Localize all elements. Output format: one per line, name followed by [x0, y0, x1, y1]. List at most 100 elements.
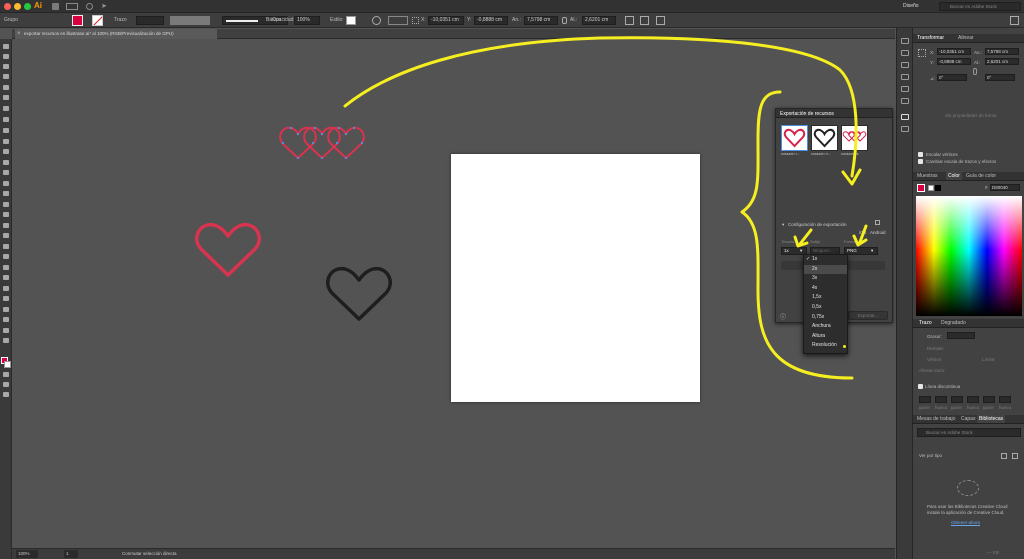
- reference-point-locator[interactable]: [918, 49, 926, 57]
- color-spectrum-picker[interactable]: [916, 196, 1022, 316]
- transform-y-label: Y:: [930, 60, 935, 65]
- scale-option-1-5x[interactable]: 1,5x: [804, 293, 847, 303]
- status-mode-text[interactable]: Conmutar selección directa: [122, 550, 177, 558]
- libraries-message-line1: Para usar las Bibliotecas Creative Cloud: [927, 504, 1008, 509]
- scale-option-0-75x[interactable]: 0,75x: [804, 313, 847, 323]
- tab-stroke[interactable]: Trazo: [919, 319, 932, 327]
- creative-cloud-icon: [957, 480, 979, 496]
- export-settings-menu-icon[interactable]: [875, 220, 880, 225]
- info-icon[interactable]: ⓘ: [780, 312, 786, 321]
- rotate-field[interactable]: 0°: [937, 74, 967, 81]
- dash-1-field[interactable]: [919, 396, 931, 403]
- scale-option-4x[interactable]: 4x: [804, 284, 847, 294]
- dash-3-field[interactable]: [983, 396, 995, 403]
- stroke-align-label: Alinear trazo:: [919, 368, 946, 373]
- tab-color[interactable]: Color: [946, 172, 962, 180]
- brushes-panel-icon[interactable]: [901, 98, 909, 104]
- scale-option-resolution[interactable]: Resolución: [804, 341, 847, 351]
- gap-2-field[interactable]: [967, 396, 979, 403]
- constrain-proportions-icon[interactable]: [973, 68, 977, 75]
- preset-android[interactable]: Android: [870, 230, 886, 235]
- tab-align[interactable]: Alinear: [958, 34, 974, 42]
- tab-layers[interactable]: Capas: [961, 415, 975, 423]
- tab-swatches[interactable]: Muestras: [917, 172, 938, 180]
- get-it-now-link[interactable]: Obtener ahora: [951, 520, 980, 525]
- gap-3-field[interactable]: [999, 396, 1011, 403]
- artboard-navigator-field[interactable]: 1: [64, 550, 78, 558]
- transform-x-label: X:: [930, 50, 935, 55]
- status-bar: 100% 1 Conmutar selección directa: [12, 548, 895, 559]
- stroke-weight-input[interactable]: [947, 332, 975, 339]
- preset-ios[interactable]: iOS: [859, 230, 867, 235]
- tab-gradient[interactable]: Degradado: [941, 319, 966, 327]
- zoom-level-field[interactable]: 100%: [16, 550, 38, 558]
- scale-option-0-5x[interactable]: 0,5x: [804, 303, 847, 313]
- layers-panel-icon[interactable]: [901, 50, 909, 56]
- transform-h-label: Al.:: [974, 60, 981, 65]
- transform-y-field[interactable]: -0,8888 cm: [937, 58, 971, 65]
- properties-panel-icon[interactable]: [901, 38, 909, 44]
- scale-option-2x[interactable]: 2x: [804, 264, 847, 275]
- gap-2-label: hueco: [967, 405, 980, 410]
- no-shape-properties-text: Sin propiedades de forma: [945, 113, 997, 118]
- links-panel-icon[interactable]: [901, 126, 909, 132]
- dash-3-label: guión: [983, 405, 995, 410]
- dashed-line-checkbox[interactable]: [918, 384, 923, 389]
- tab-artboards[interactable]: Mesas de trabajo: [917, 415, 955, 423]
- selected-hearts-group[interactable]: [279, 126, 365, 160]
- scale-column-header: Escala: [782, 239, 795, 244]
- scale-chevron-down-icon: ▾: [800, 248, 803, 253]
- grid-view-icon[interactable]: [1001, 453, 1007, 459]
- scale-strokes-checkbox[interactable]: [918, 159, 923, 164]
- scale-option-height[interactable]: Altura: [804, 332, 847, 342]
- dash-1-label: guión: [919, 405, 931, 410]
- asset-thumb-3[interactable]: [841, 125, 868, 151]
- tab-libraries[interactable]: Bibliotecas: [977, 415, 1006, 423]
- view-by-type-select[interactable]: Ver por tipo: [919, 453, 942, 458]
- stroke-weight-label: Grosor:: [927, 334, 943, 339]
- format-chevron-down-icon: ▾: [871, 248, 874, 253]
- dash-2-label: guión: [951, 405, 963, 410]
- asset-thumb-3-hearts-icon: [842, 131, 867, 142]
- format-select[interactable]: PNG ▾: [844, 247, 878, 255]
- asset-label-1: corazón r...: [781, 152, 800, 156]
- black-heart-artwork[interactable]: [326, 266, 392, 321]
- suffix-column-header: Sufijo: [810, 239, 821, 244]
- transform-w-field[interactable]: 7,5798 cm: [985, 48, 1019, 55]
- list-view-icon[interactable]: [1012, 453, 1018, 459]
- tab-color-guide[interactable]: Guía de color: [966, 172, 996, 180]
- scale-option-width[interactable]: Anchura: [804, 322, 847, 332]
- color-fill-swatch[interactable]: [917, 184, 925, 192]
- highlight-dot-icon: [843, 344, 846, 348]
- transform-x-field[interactable]: -10,0351 cm: [937, 48, 971, 55]
- scale-dropdown-menu: ✓ 1x 2x 3x 4x 1,5x 0,5x 0,75x Anchura Alt…: [803, 254, 848, 354]
- libraries-panel-icon[interactable]: [901, 62, 909, 68]
- asset-thumb-1[interactable]: [781, 125, 808, 151]
- library-search-input[interactable]: Buscar en Adobe Stock: [917, 428, 1021, 437]
- scale-corners-checkbox[interactable]: [918, 152, 923, 157]
- asset-export-panel-icon[interactable]: [901, 114, 909, 120]
- tab-transform[interactable]: Transformar: [917, 34, 944, 42]
- scale-corners-label: Escalar vértices: [926, 152, 958, 157]
- checkmark-icon: ✓: [806, 256, 811, 262]
- dashed-line-label: Línea discontinua: [925, 384, 961, 389]
- red-heart-artwork[interactable]: [195, 222, 261, 277]
- graphic-styles-panel-icon[interactable]: [901, 86, 909, 92]
- format-column-header: Formato: [844, 239, 859, 244]
- asset-thumb-1-heart-icon: [783, 128, 806, 148]
- shear-field[interactable]: 0°: [985, 74, 1015, 81]
- scale-option-1x[interactable]: ✓ 1x: [804, 255, 847, 265]
- color-white-swatch[interactable]: [928, 185, 934, 191]
- library-size-text: — KB: [987, 550, 999, 555]
- appearance-panel-icon[interactable]: [901, 74, 909, 80]
- color-black-swatch[interactable]: [935, 185, 941, 191]
- hex-value-field[interactable]: D80040: [990, 184, 1020, 191]
- gap-1-field[interactable]: [935, 396, 947, 403]
- asset-label-2: corazón n...: [811, 152, 831, 156]
- asset-thumb-2[interactable]: [811, 125, 838, 151]
- scale-option-3x[interactable]: 3x: [804, 274, 847, 284]
- export-settings-toggle[interactable]: ▾: [782, 222, 784, 228]
- export-button[interactable]: Exportar...: [848, 311, 888, 320]
- dash-2-field[interactable]: [951, 396, 963, 403]
- transform-h-field[interactable]: 2,6201 cm: [985, 58, 1019, 65]
